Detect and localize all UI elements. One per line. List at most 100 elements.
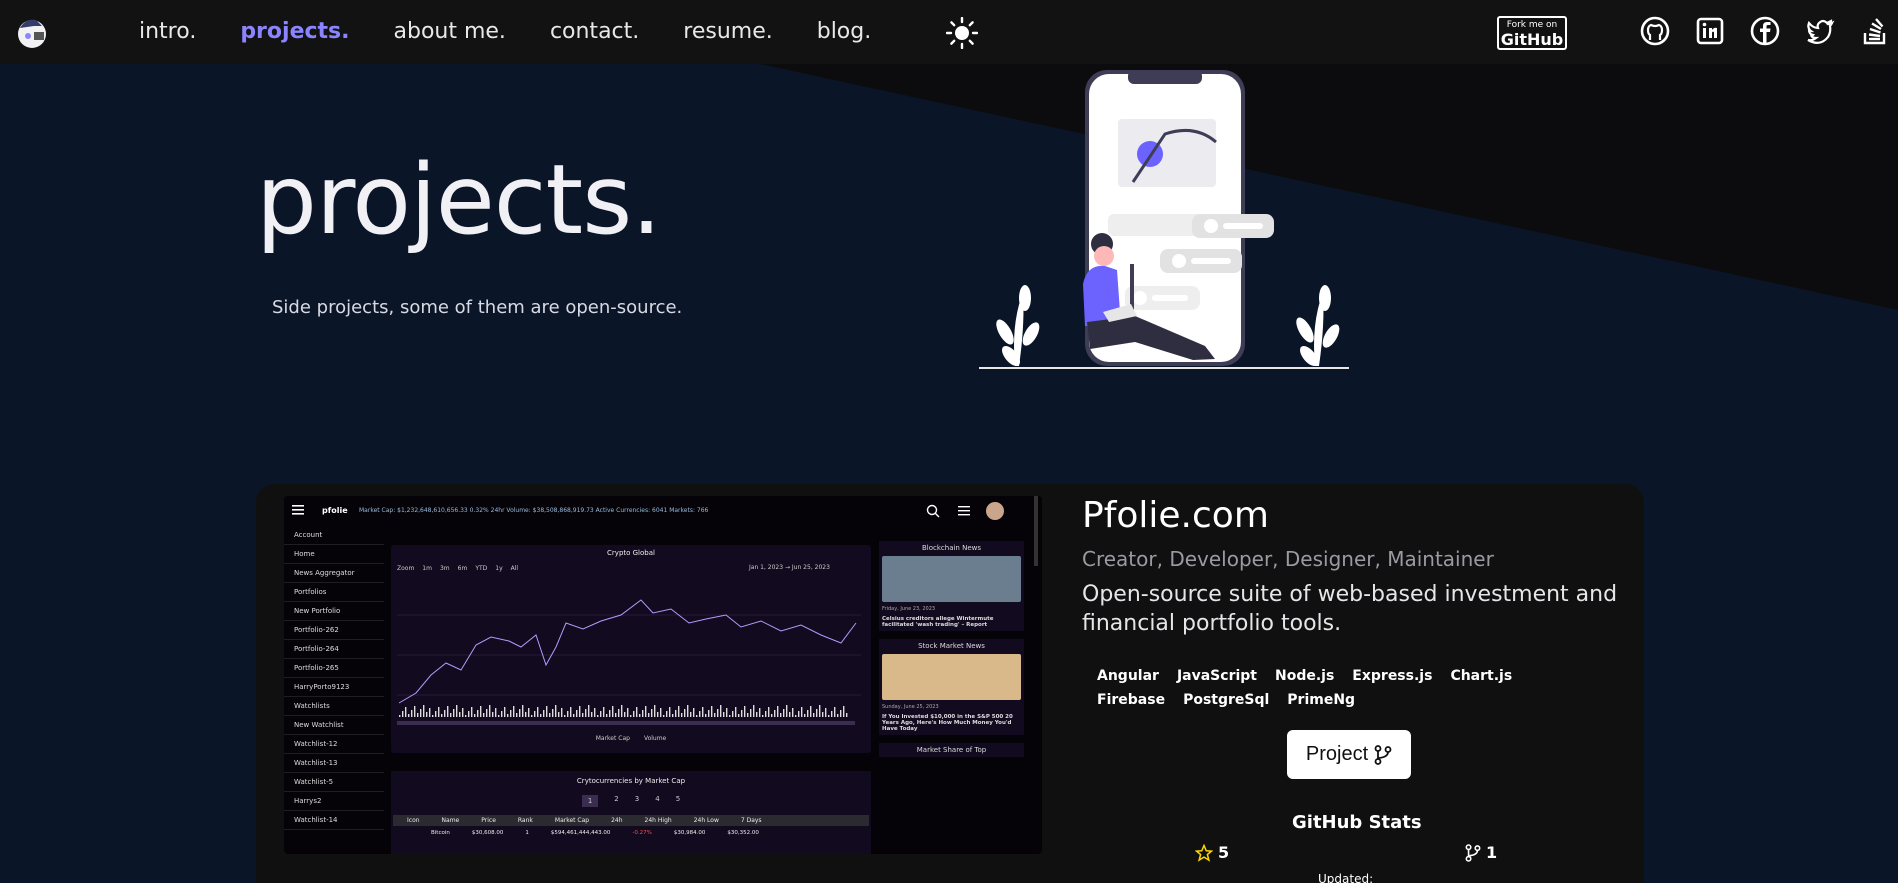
screenshot-volume-bar — [471, 707, 473, 717]
screenshot-sidebar-item: New Watchlist — [284, 716, 384, 735]
hero-title: projects. — [256, 144, 662, 256]
screenshot-page-number: 3 — [634, 795, 640, 803]
social-links — [1640, 16, 1890, 46]
screenshot-table-header-cell: Price — [481, 817, 496, 824]
screenshot-news-heading: Blockchain News — [921, 544, 982, 552]
screenshot-volume-bar — [549, 713, 551, 717]
screenshot-avatar — [986, 502, 1004, 520]
screenshot-volume-bar — [825, 708, 827, 717]
screenshot-volume-bar — [456, 705, 458, 717]
screenshot-volume-bar — [834, 707, 836, 717]
screenshot-volume-bar — [429, 708, 431, 717]
screenshot-volume-bar — [789, 712, 791, 717]
tech-tag: Chart.js — [1450, 668, 1513, 684]
twitter-icon[interactable] — [1805, 16, 1835, 46]
updated-label: Updated: — [1318, 872, 1374, 883]
screenshot-volume-bar — [648, 713, 650, 717]
screenshot-sidebar-item: Watchlist-14 — [284, 811, 384, 830]
screenshot-volume-bar — [654, 705, 656, 717]
screenshot-volume-bar — [438, 707, 440, 717]
screenshot-volume-bar — [600, 711, 602, 717]
screenshot-volume-bar — [639, 714, 641, 717]
screenshot-volume-bar — [807, 710, 809, 717]
github-stats-title: GitHub Stats — [1292, 812, 1422, 833]
screenshot-volume-bar — [567, 711, 569, 717]
screenshot-news-block: Stock Market News Sunday, June 25, 2023 If… — [879, 639, 1024, 735]
screenshot-sidebar-item: News Aggregator — [284, 564, 384, 583]
screenshot-volume-bar — [810, 706, 812, 717]
screenshot-volume-bar — [540, 714, 542, 717]
screenshot-volume-bar — [753, 705, 755, 717]
screenshot-volume-bar — [708, 710, 710, 717]
screenshot-table-row: Bitcoin $30,608.00 1 $594,461,444,443.00 -0.… — [391, 826, 871, 840]
screenshot-chart-legend: Market Cap Volume — [391, 735, 871, 742]
screenshot-volume-bar — [492, 712, 494, 717]
screenshot-table-header: Icon Name Price Rank Market Cap 24h 24h High 24… — [393, 815, 869, 826]
screenshot-volume-bar — [822, 712, 824, 717]
fork-icon — [1465, 843, 1481, 862]
screenshot-volume-bar — [489, 705, 491, 717]
screenshot-volume-bar — [792, 708, 794, 717]
screenshot-volume-bar — [798, 711, 800, 717]
screenshot-table-panel: Crytocurrencies by Market Cap 1 2 3 4 5 Icon… — [391, 771, 871, 854]
screenshot-volume-bar — [477, 710, 479, 717]
screenshot-volume-bar — [588, 705, 590, 717]
screenshot-volume-bar — [720, 705, 722, 717]
screenshot-volume-bar — [780, 713, 782, 717]
fork-me-on-github-badge[interactable]: Fork me on GitHub — [1497, 16, 1567, 50]
screenshot-volume-bar — [711, 706, 713, 717]
screenshot-volume-bar — [507, 714, 509, 717]
stackoverflow-icon[interactable] — [1860, 16, 1890, 46]
screenshot-volume-bar — [735, 707, 737, 717]
screenshot-page-number: 1 — [581, 795, 599, 807]
screenshot-volume-bar — [399, 715, 401, 717]
screenshot-volume-bar — [732, 711, 734, 717]
fork-badge-line2: GitHub — [1500, 30, 1564, 49]
project-link-button[interactable]: Project — [1287, 730, 1411, 779]
screenshot-volume-bar — [843, 706, 845, 717]
screenshot-volume-bar — [516, 713, 518, 717]
facebook-icon[interactable] — [1750, 16, 1780, 46]
tech-tag: Node.js — [1274, 668, 1335, 684]
nav-link-aboutme[interactable]: about me. — [394, 16, 506, 48]
linkedin-icon[interactable] — [1695, 16, 1725, 46]
screenshot-table-title: Crytocurrencies by Market Cap — [576, 777, 686, 785]
screenshot-volume-bar — [741, 710, 743, 717]
screenshot-volume-bar — [717, 709, 719, 717]
screenshot-volume-bar — [672, 714, 674, 717]
logo-icon[interactable] — [12, 14, 52, 50]
screenshot-volume-bar — [615, 713, 617, 717]
forks-stat: 1 — [1465, 843, 1497, 862]
screenshot-volume-bar — [777, 706, 779, 717]
screenshot-volume-bar — [666, 711, 668, 717]
screenshot-volume-bar — [816, 709, 818, 717]
project-screenshot[interactable]: pfolie Market Cap: $1,232,648,610,656.33… — [284, 496, 1042, 854]
theme-toggle-sun-icon[interactable] — [946, 17, 978, 49]
screenshot-volume-bar — [501, 711, 503, 717]
stars-stat: 5 — [1195, 843, 1229, 862]
screenshot-volume-bar — [468, 711, 470, 717]
screenshot-chart-dates: Jan 1, 2023 → Jun 25, 2023 — [749, 564, 830, 571]
screenshot-range-button: 1y — [495, 565, 503, 572]
nav-link-contact[interactable]: contact. — [550, 16, 639, 48]
tech-tag: Firebase — [1097, 692, 1166, 708]
screenshot-table-cell: $30,352.00 — [727, 830, 759, 836]
screenshot-volume-bar — [519, 709, 521, 717]
nav-link-resume[interactable]: resume. — [683, 16, 772, 48]
nav-link-projects[interactable]: projects. — [240, 16, 349, 48]
screenshot-volume-bar — [495, 708, 497, 717]
github-icon[interactable] — [1640, 16, 1670, 46]
project-description: Open-source suite of web-based investmen… — [1082, 582, 1618, 636]
screenshot-volume-bar — [498, 715, 500, 717]
screenshot-volume-bar — [411, 710, 413, 717]
screenshot-page-number: 4 — [655, 795, 660, 803]
nav-link-intro[interactable]: intro. — [139, 16, 196, 48]
tech-tag: PrimeNg — [1287, 692, 1356, 708]
screenshot-volume-bar — [558, 712, 560, 717]
tech-tag: Angular — [1097, 668, 1159, 684]
tech-tag: PostgreSql — [1183, 692, 1270, 708]
hero-subtitle: Side projects, some of them are open-sou… — [272, 297, 683, 318]
screenshot-chart-panel: Crypto Global Zoom 1m 3m 6m YTD 1y All Jan 1, … — [391, 545, 871, 753]
screenshot-volume-bar — [609, 710, 611, 717]
nav-link-blog[interactable]: blog. — [817, 16, 872, 48]
